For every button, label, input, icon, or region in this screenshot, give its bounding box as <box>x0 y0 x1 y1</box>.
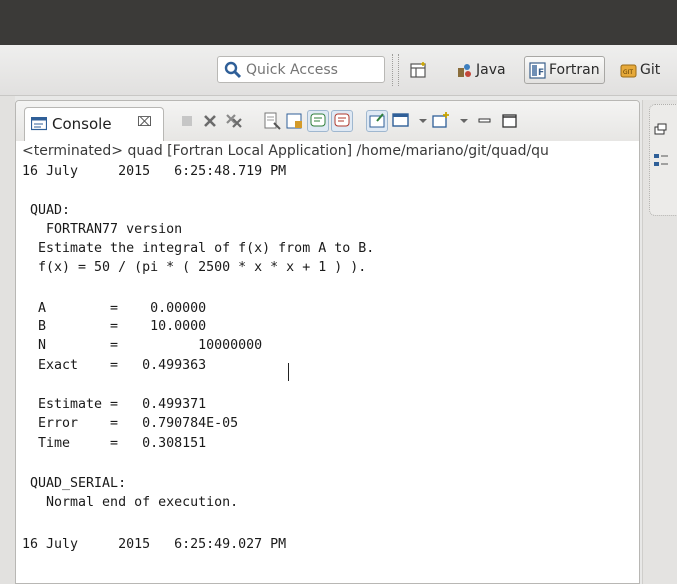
tab-console[interactable]: Console ⌧ <box>24 107 164 141</box>
git-perspective-icon: GIT <box>620 64 637 77</box>
open-perspective-icon[interactable] <box>409 60 429 80</box>
console-line: Time = 0.308151 <box>22 436 207 451</box>
console-line: Error = 0.790784E-05 <box>22 416 239 431</box>
open-console-icon[interactable] <box>430 110 452 132</box>
perspective-label: Java <box>476 62 506 78</box>
fortran-perspective-icon: F <box>529 61 546 79</box>
tab-console-label: Console <box>52 115 112 133</box>
console-line: 16 July 2015 6:25:48.719 PM <box>22 164 287 179</box>
console-view: Console ⌧ <terminated> quad [Fortran Loc… <box>15 100 640 584</box>
console-line: Estimate = 0.499371 <box>22 397 207 412</box>
perspective-label: Fortran <box>549 62 600 78</box>
console-line: Normal end of execution. <box>22 495 239 510</box>
toolbar-separator <box>398 54 399 86</box>
java-perspective-icon <box>458 63 471 77</box>
console-line: QUAD: <box>22 203 71 218</box>
perspective-fortran[interactable]: F Fortran <box>524 56 605 84</box>
window-titlebar <box>0 0 677 45</box>
remove-launch-icon[interactable] <box>199 110 221 132</box>
search-icon <box>224 61 242 79</box>
scroll-lock-icon[interactable] <box>284 110 306 132</box>
text-cursor <box>288 363 289 381</box>
pin-console-toggle[interactable] <box>366 110 388 132</box>
quick-access-field[interactable] <box>217 56 385 83</box>
console-line: Exact = 0.499363 <box>22 358 207 373</box>
console-line: B = 10.0000 <box>22 319 207 334</box>
pin-console-icon <box>369 113 385 128</box>
show-on-output-icon <box>334 113 350 127</box>
console-line: 16 July 2015 6:25:49.027 PM <box>22 537 287 552</box>
tab-close-icon[interactable]: ⌧ <box>137 115 152 130</box>
left-editor-strip <box>0 96 15 584</box>
restore-icon[interactable] <box>651 120 669 138</box>
maximize-icon[interactable] <box>499 110 521 132</box>
console-line: A = 0.00000 <box>22 301 207 316</box>
minimize-icon[interactable] <box>474 110 496 132</box>
perspective-label: Git <box>640 62 661 78</box>
remove-all-terminated-icon[interactable] <box>223 110 245 132</box>
console-line: QUAD_SERIAL: <box>22 476 127 491</box>
word-wrap-toggle[interactable] <box>307 110 329 132</box>
quick-access-input[interactable] <box>246 59 376 80</box>
terminate-icon[interactable] <box>176 110 198 132</box>
clear-console-icon[interactable] <box>261 110 283 132</box>
open-console-dropdown-icon[interactable] <box>453 110 475 132</box>
perspective-git[interactable]: GIT Git <box>616 56 664 84</box>
console-line: N = 10000000 <box>22 338 263 353</box>
console-line: f(x) = 50 / (pi * ( 2500 * x * x + 1 ) )… <box>22 260 367 275</box>
console-process-status: <terminated> quad [Fortran Local Applica… <box>22 143 549 159</box>
display-console-icon[interactable] <box>390 110 412 132</box>
word-wrap-icon <box>310 113 326 127</box>
outline-view-icon[interactable] <box>652 152 670 170</box>
right-trim-stack <box>642 100 677 584</box>
console-line: Estimate the integral of f(x) from A to … <box>22 241 375 256</box>
console-icon <box>31 117 47 131</box>
toolbar-separator <box>392 54 393 86</box>
console-line: FORTRAN77 version <box>22 222 183 237</box>
perspective-java[interactable]: Java <box>452 56 510 84</box>
show-on-output-toggle[interactable] <box>331 110 353 132</box>
svg-text:GIT: GIT <box>623 69 633 76</box>
svg-text:F: F <box>538 68 544 78</box>
